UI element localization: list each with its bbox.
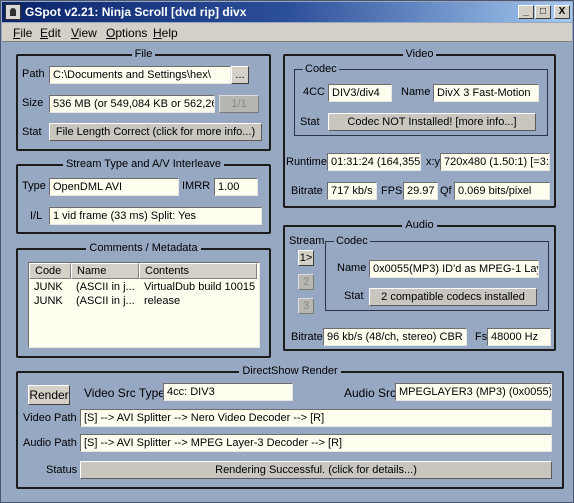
row-code: JUNK xyxy=(34,281,63,293)
video-codec-name-field[interactable]: DivX 3 Fast-Motion xyxy=(433,84,539,102)
audio-codec-name-label: Name xyxy=(337,262,367,274)
video-group-title: Video xyxy=(402,48,437,60)
audio-codec-name-field[interactable]: 0x0055(MP3) ID'd as MPEG-1 Lay xyxy=(369,260,539,278)
menu-edit[interactable]: Edit xyxy=(40,26,61,40)
type-label: Type xyxy=(22,180,46,192)
fourcc-label: 4CC xyxy=(303,86,326,98)
title-bar[interactable]: GSpot v2.21: Ninja Scroll [dvd rip] divx… xyxy=(2,2,572,22)
stream-type-group-title: Stream Type and A/V Interleave xyxy=(62,158,225,170)
row-contents: release xyxy=(144,295,181,307)
runtime-field[interactable]: 01:31:24 (164,355 xyxy=(327,153,421,171)
codec-not-installed-button[interactable]: Codec NOT Installed! [more info...] xyxy=(328,113,536,131)
audio-stream-3-button[interactable]: 3 xyxy=(298,298,314,314)
video-bitrate-field[interactable]: 717 kb/s xyxy=(327,182,377,200)
audio-bitrate-label: Bitrate xyxy=(291,331,323,343)
menu-file[interactable]: File xyxy=(13,26,32,40)
minimize-button[interactable]: _ xyxy=(518,5,534,19)
browse-button[interactable]: ... xyxy=(231,66,249,84)
fps-field[interactable]: 29.97 xyxy=(403,182,438,200)
close-button[interactable]: X xyxy=(554,5,570,19)
render-button[interactable]: Render xyxy=(28,385,70,405)
gspot-window: GSpot v2.21: Ninja Scroll [dvd rip] divx… xyxy=(0,0,574,503)
sample-rate-label: Fs xyxy=(475,331,488,343)
render-status-button[interactable]: Rendering Successful. (click for details… xyxy=(80,461,552,479)
audio-stream-2-button[interactable]: 2 xyxy=(298,274,314,290)
compatible-codecs-button[interactable]: 2 compatible codecs installed xyxy=(369,288,537,306)
interleave-label: I/L xyxy=(30,210,43,222)
row-contents: VirtualDub build 10015 xyxy=(144,281,256,293)
type-field[interactable]: OpenDML AVI xyxy=(49,178,179,196)
metadata-table[interactable]: Code Name Contents JUNK (ASCII in j... V… xyxy=(28,262,260,348)
audio-path-label: Audio Path xyxy=(23,437,77,449)
audio-group-title: Audio xyxy=(402,219,437,231)
video-codec-box: Codec 4CC DIV3/div4 Name DivX 3 Fast-Mot… xyxy=(294,63,548,136)
resolution-field[interactable]: 720x480 (1.50:1) [=3: xyxy=(440,153,550,171)
column-header-code[interactable]: Code xyxy=(29,263,71,279)
column-header-contents[interactable]: Contents xyxy=(139,263,257,279)
qf-label: Qf xyxy=(440,185,452,197)
audio-codec-title: Codec xyxy=(334,235,370,247)
comments-group: Comments / Metadata Code Name Contents J… xyxy=(16,242,271,358)
audio-stat-label: Stat xyxy=(344,290,364,302)
runtime-label: Runtime xyxy=(286,156,327,168)
menu-bar: File Edit View Options Help xyxy=(2,23,572,42)
path-label: Path xyxy=(22,68,45,80)
menu-view[interactable]: View xyxy=(71,26,97,40)
row-name: (ASCII in j... xyxy=(76,281,135,293)
video-bitrate-label: Bitrate xyxy=(291,185,323,197)
fourcc-field[interactable]: DIV3/div4 xyxy=(328,84,392,102)
metadata-table-header: Code Name Contents xyxy=(29,263,257,279)
video-path-field[interactable]: [S] --> AVI Splitter --> Nero Video Deco… xyxy=(80,409,552,427)
file-group: File Path C:\Documents and Settings\hex\… xyxy=(16,48,271,151)
video-path-label: Video Path xyxy=(23,412,77,424)
app-icon[interactable] xyxy=(5,4,21,20)
menu-options[interactable]: Options xyxy=(106,26,147,40)
imrr-field[interactable]: 1.00 xyxy=(214,178,258,196)
directshow-render-group: DirectShow Render Render Video Src Type … xyxy=(16,365,564,489)
video-codec-name-label: Name xyxy=(401,86,431,98)
status-label: Status xyxy=(46,464,78,476)
xy-label: x:y xyxy=(426,156,441,168)
fps-label: FPS xyxy=(381,185,403,197)
menu-help[interactable]: Help xyxy=(153,26,178,40)
audio-src-field[interactable]: MPEGLAYER3 (MP3) (0x0055) xyxy=(395,383,552,401)
maximize-button[interactable]: □ xyxy=(535,5,551,19)
table-row[interactable]: JUNK (ASCII in j... VirtualDub build 100… xyxy=(29,280,257,294)
size-label: Size xyxy=(22,97,44,109)
path-field[interactable]: C:\Documents and Settings\hex\ xyxy=(49,66,231,84)
file-group-title: File xyxy=(131,48,156,60)
imrr-label: IMRR xyxy=(182,180,211,192)
video-src-type-field[interactable]: 4cc: DIV3 xyxy=(163,383,293,401)
audio-group: Audio Stream 1> 2 3 Codec Name 0x0055(MP… xyxy=(283,219,556,351)
row-name: (ASCII in j... xyxy=(76,295,135,307)
size-field[interactable]: 536 MB (or 549,084 KB or 562,26 xyxy=(49,95,215,113)
row-code: JUNK xyxy=(34,295,63,307)
column-header-name[interactable]: Name xyxy=(71,263,139,279)
table-row[interactable]: JUNK (ASCII in j... release xyxy=(29,294,257,308)
file-stat-label: Stat xyxy=(22,126,42,138)
audio-stream-label: Stream xyxy=(289,235,325,247)
audio-src-label: Audio Src xyxy=(344,386,397,400)
file-length-stat-button[interactable]: File Length Correct (click for more info… xyxy=(49,123,262,141)
video-codec-title: Codec xyxy=(303,63,339,75)
part-indicator: 1/1 xyxy=(219,95,259,113)
audio-stream-1-button[interactable]: 1> xyxy=(298,250,314,266)
video-src-type-label: Video Src Type xyxy=(84,386,165,400)
audio-bitrate-field[interactable]: 96 kb/s (48/ch, stereo) CBR xyxy=(323,328,467,346)
window-title: GSpot v2.21: Ninja Scroll [dvd rip] divx xyxy=(25,5,247,19)
stream-type-group: Stream Type and A/V Interleave Type Open… xyxy=(16,158,271,234)
qf-field[interactable]: 0.069 bits/pixel xyxy=(454,182,550,200)
audio-path-field[interactable]: [S] --> AVI Splitter --> MPEG Layer-3 De… xyxy=(80,434,552,452)
interleave-field[interactable]: 1 vid frame (33 ms) Split: Yes xyxy=(49,207,262,225)
comments-group-title: Comments / Metadata xyxy=(86,242,201,254)
directshow-group-title: DirectShow Render xyxy=(239,365,341,377)
sample-rate-field[interactable]: 48000 Hz xyxy=(487,328,551,346)
audio-codec-box: Codec Name 0x0055(MP3) ID'd as MPEG-1 La… xyxy=(325,235,549,311)
video-stat-label: Stat xyxy=(300,116,320,128)
video-group: Video Codec 4CC DIV3/div4 Name DivX 3 Fa… xyxy=(283,48,556,208)
